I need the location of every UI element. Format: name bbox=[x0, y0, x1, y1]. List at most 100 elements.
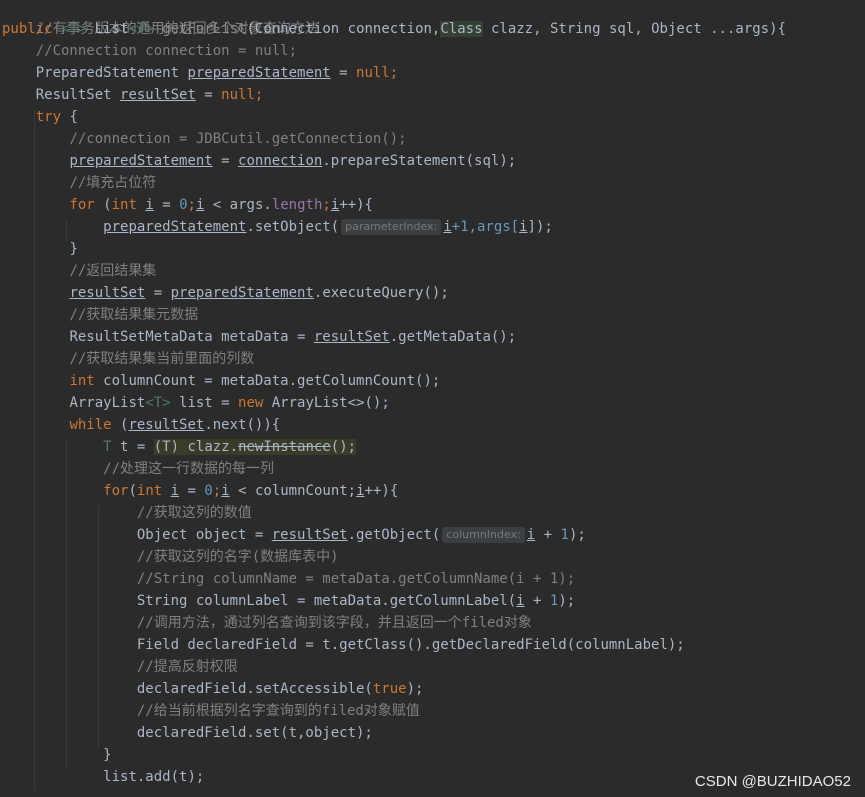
type-param: T bbox=[103, 439, 112, 455]
params: clazz, String sql, Object ...args){ bbox=[482, 21, 786, 37]
number: 0 bbox=[204, 483, 213, 499]
code-line: for(int i = 0;i < columnCount;i++){ bbox=[103, 483, 399, 499]
comment: //提高反射权限 bbox=[136, 659, 238, 675]
comment: //调用方法，通过列名查询到该字段，并且返回一个filed对象 bbox=[136, 615, 532, 631]
operator: + bbox=[524, 593, 550, 609]
condition: < columnCount; bbox=[229, 483, 357, 499]
type: ResultSet bbox=[35, 87, 121, 103]
keyword: int bbox=[69, 373, 95, 389]
field: length bbox=[271, 197, 323, 213]
call: .getMetaData(); bbox=[389, 329, 517, 345]
call: .prepareStatement(sql); bbox=[322, 153, 517, 169]
code-line: preparedStatement.setObject(parameterInd… bbox=[0, 216, 553, 238]
variable: preparedStatement bbox=[69, 153, 213, 169]
declaration: Field declaredField = t.getClass().getDe… bbox=[136, 637, 685, 653]
operator: = bbox=[195, 87, 222, 103]
keyword: for bbox=[103, 483, 129, 499]
code-line: //处理这一行数据的每一列 bbox=[0, 458, 274, 480]
paren: ( bbox=[128, 483, 137, 499]
call: .executeQuery(); bbox=[313, 285, 449, 301]
keyword: new bbox=[238, 395, 264, 411]
code-line: PreparedStatement preparedStatement = nu… bbox=[0, 62, 398, 84]
code-line: //获取结果集元数据 bbox=[0, 304, 198, 326]
code-line: Object object = resultSet.getObject(colu… bbox=[0, 524, 586, 546]
number: 0 bbox=[179, 197, 188, 213]
close: ); bbox=[568, 527, 586, 543]
paren: ( bbox=[94, 197, 112, 213]
variable: i bbox=[519, 219, 528, 235]
code-editor[interactable]: //有事务版本的通用的返回多个对象查询方法 public <T> List<T>… bbox=[0, 0, 865, 797]
class-param-highlight: Class bbox=[440, 21, 483, 37]
semicolon: ; bbox=[187, 197, 196, 213]
comment: //Connection connection = null; bbox=[35, 43, 298, 59]
code-line: //返回结果集 bbox=[0, 260, 156, 282]
declaration: t = bbox=[111, 439, 154, 455]
code-line: list.add(t); bbox=[0, 766, 204, 788]
variable: i bbox=[221, 483, 230, 499]
loop-end: ++){ bbox=[339, 197, 373, 213]
keyword: try bbox=[35, 109, 62, 125]
code-line: //Connection connection = null; bbox=[0, 40, 297, 62]
code-line: try { bbox=[0, 106, 78, 128]
declaration: list = bbox=[170, 395, 239, 411]
code-line: //connection = JDBCutil.getConnection(); bbox=[0, 128, 406, 150]
code-line: ArrayList<T> list = new ArrayList<>(); bbox=[0, 392, 390, 414]
brace: { bbox=[61, 109, 78, 125]
operator: + bbox=[535, 527, 561, 543]
cast: (T) bbox=[153, 439, 180, 455]
code-line: public <T> List<T> getForList(Connection… bbox=[0, 18, 786, 40]
call: (); bbox=[330, 439, 357, 455]
paren: ( bbox=[111, 417, 129, 433]
call: declaredField.setAccessible( bbox=[136, 681, 373, 697]
comment: //获取这列的名字(数据库表中) bbox=[136, 549, 339, 565]
keyword: while bbox=[69, 417, 112, 433]
variable: resultSet bbox=[313, 329, 390, 345]
code-line: //有事务版本的通用的返回多个对象查询方法 bbox=[0, 0, 319, 37]
comment: //给当前根据列名字查询到的filed对象赋值 bbox=[136, 703, 420, 719]
parameter-hint: parameterIndex: bbox=[341, 219, 442, 235]
operator: = bbox=[330, 65, 357, 81]
code-line: for (int i = 0;i < args.length;i++){ bbox=[69, 197, 373, 213]
condition: < args. bbox=[204, 197, 272, 213]
code-line: while (resultSet.next()){ bbox=[0, 414, 280, 436]
variable: i bbox=[170, 483, 180, 499]
call: clazz. bbox=[179, 439, 239, 455]
keyword: int bbox=[111, 197, 137, 213]
keyword: true bbox=[372, 681, 407, 697]
keyword: for bbox=[69, 197, 95, 213]
code-line: //填充占位符 bbox=[0, 172, 156, 194]
code-line: //String columnName = metaData.getColumn… bbox=[0, 568, 575, 590]
code-line: Field declaredField = t.getClass().getDe… bbox=[0, 634, 685, 656]
close: ]); bbox=[527, 219, 553, 235]
number: 1 bbox=[560, 527, 569, 543]
code-line: declaredField.set(t,object); bbox=[0, 722, 373, 744]
variable: preparedStatement bbox=[103, 219, 247, 235]
variable: resultSet bbox=[120, 87, 196, 103]
loop-end: ++){ bbox=[364, 483, 399, 499]
call: ArrayList<>(); bbox=[263, 395, 390, 411]
type-param: <T> bbox=[145, 395, 171, 411]
code-line: //提高反射权限 bbox=[0, 656, 238, 678]
keyword: int bbox=[136, 483, 163, 499]
semicolon: ; bbox=[254, 87, 264, 103]
variable: resultSet bbox=[69, 285, 146, 301]
parameter-hint: columnIndex: bbox=[442, 527, 525, 543]
brace: } bbox=[103, 747, 112, 763]
declaration: ResultSetMetaData metaData = bbox=[69, 329, 314, 345]
deprecated-call: newInstance bbox=[238, 439, 331, 455]
type: PreparedStatement bbox=[35, 65, 188, 81]
declaration: String columnLabel = metaData.getColumnL… bbox=[136, 593, 517, 609]
variable: i bbox=[145, 197, 154, 213]
comment: //String columnName = metaData.getColumn… bbox=[136, 571, 576, 587]
operator: = bbox=[145, 285, 171, 301]
semicolon: ; bbox=[212, 483, 222, 499]
variable: i bbox=[330, 197, 340, 213]
call: list.add(t); bbox=[103, 769, 205, 785]
variable: preparedStatement bbox=[187, 65, 331, 81]
call: .getObject( bbox=[347, 527, 441, 543]
type-param: <T> bbox=[61, 21, 87, 37]
variable: preparedStatement bbox=[170, 285, 314, 301]
close: ); bbox=[406, 681, 424, 697]
variable: i bbox=[516, 593, 525, 609]
watermark: CSDN @BUZHIDAO52 bbox=[694, 773, 851, 790]
